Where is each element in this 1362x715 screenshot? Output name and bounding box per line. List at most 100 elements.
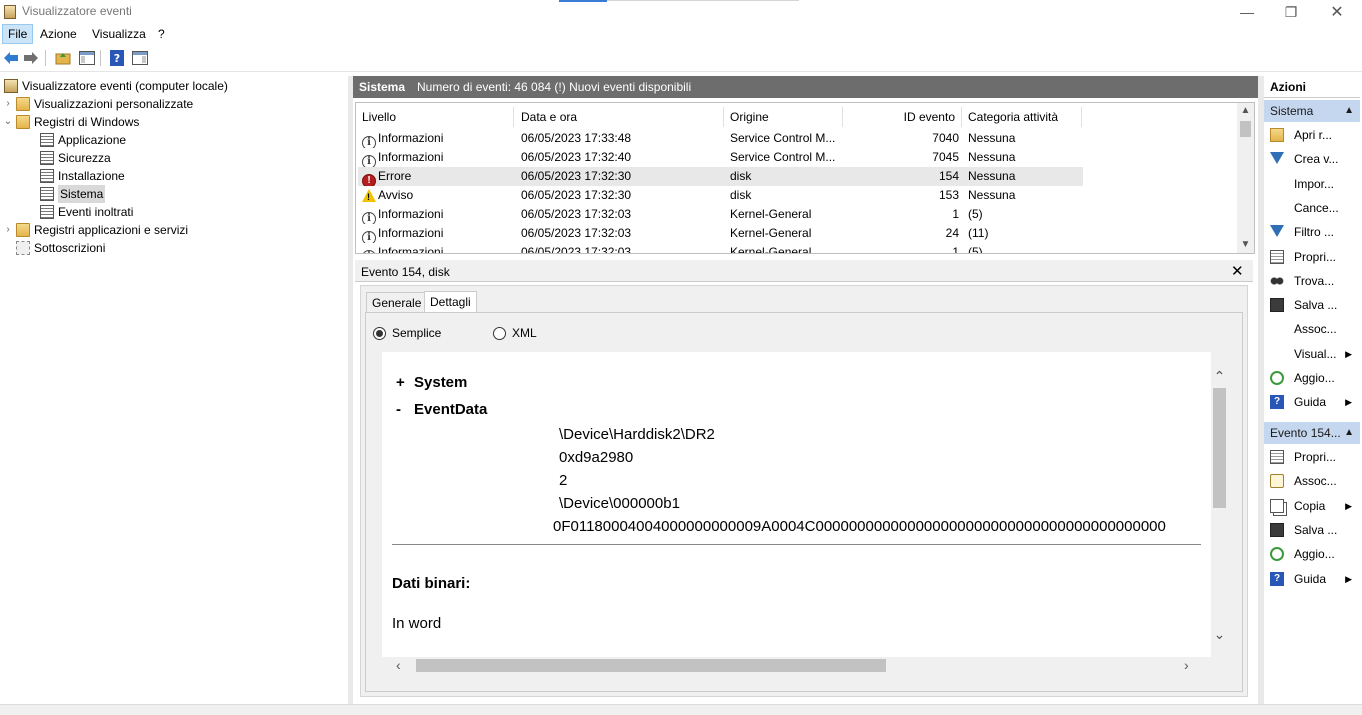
- action-item[interactable]: Salva ...: [1264, 293, 1360, 317]
- action-item[interactable]: ? Guida ▶: [1264, 390, 1360, 414]
- action-item[interactable]: Propri...: [1264, 245, 1360, 269]
- column-header-category[interactable]: Categoria attività: [962, 107, 1082, 127]
- table-row[interactable]: i Informazioni 06/05/2023 17:33:48 Service …: [358, 129, 1083, 148]
- show-hide-action-pane-icon[interactable]: [131, 49, 149, 67]
- tree-item-subscriptions[interactable]: Sottoscrizioni: [2, 239, 105, 257]
- back-arrow-icon[interactable]: [2, 49, 20, 67]
- action-item[interactable]: Impor...: [1264, 172, 1360, 196]
- action-item[interactable]: Assoc...: [1264, 317, 1360, 341]
- scroll-down-arrow-icon[interactable]: ▼: [1237, 239, 1254, 250]
- close-window-button[interactable]: ✕: [1314, 0, 1360, 24]
- title-accent: [559, 0, 607, 2]
- minimize-button[interactable]: —: [1224, 0, 1270, 24]
- column-header-level[interactable]: Livello: [356, 107, 514, 127]
- tree-item-app-logs[interactable]: › Registri applicazioni e servizi: [2, 221, 188, 239]
- menu-bar: File Azione Visualizza ?: [0, 24, 1362, 44]
- table-row[interactable]: ! Errore 06/05/2023 17:32:30 disk 154 Nessuna: [358, 167, 1083, 186]
- scroll-down-chevron-icon[interactable]: ⌄: [1211, 626, 1228, 643]
- toolbar-separator: [100, 50, 101, 66]
- cell-level: iInformazioni: [362, 205, 512, 224]
- tree-item-log-selected[interactable]: Sistema: [38, 185, 106, 203]
- action-item[interactable]: Apri r...: [1264, 123, 1360, 147]
- log-name: Sistema: [359, 80, 406, 94]
- cell-event-id: 24: [945, 226, 959, 240]
- tree-item-log[interactable]: Installazione: [38, 167, 125, 185]
- radio-simple-indicator[interactable]: [373, 326, 386, 340]
- tab-dettagli[interactable]: Dettagli: [424, 291, 477, 314]
- tab-generale[interactable]: Generale: [366, 292, 428, 314]
- tree-item-custom-views[interactable]: › Visualizzazioni personalizzate: [2, 95, 193, 113]
- console-tree: Visualizzatore eventi (computer locale) …: [0, 76, 348, 704]
- action-item[interactable]: Filtro ...: [1264, 220, 1360, 244]
- table-row[interactable]: ! Avviso 06/05/2023 17:32:30 disk 153 Nessuna: [358, 186, 1083, 205]
- event-list-scrollbar[interactable]: ▲ ▼: [1237, 103, 1254, 253]
- table-row[interactable]: iInformazioni 06/05/2023 17:32:03 Kernel-G…: [358, 243, 1083, 253]
- scroll-thumb[interactable]: [416, 659, 886, 672]
- tree-item-root[interactable]: Visualizzatore eventi (computer locale): [2, 77, 228, 95]
- column-header-source[interactable]: Origine: [724, 107, 843, 127]
- collapse-caret-icon[interactable]: ▲: [1344, 100, 1354, 122]
- left-splitter[interactable]: [348, 76, 353, 704]
- scroll-right-chevron-icon[interactable]: ›: [1184, 657, 1189, 673]
- menu-file[interactable]: File: [2, 24, 34, 44]
- action-item[interactable]: Visual... ▶: [1264, 342, 1360, 366]
- cell-category: Nessuna: [968, 131, 1016, 145]
- expand-chevron-icon[interactable]: ›: [2, 95, 14, 113]
- action-item[interactable]: ? Guida ▶: [1264, 567, 1360, 591]
- help-icon[interactable]: ?: [108, 49, 126, 67]
- scroll-thumb[interactable]: [1240, 121, 1251, 137]
- eventdata-toggle[interactable]: -: [396, 401, 401, 418]
- action-item[interactable]: Trova...: [1264, 269, 1360, 293]
- system-toggle[interactable]: +: [396, 374, 405, 391]
- scroll-up-arrow-icon[interactable]: ▲: [1237, 105, 1254, 116]
- radio-xml[interactable]: XML: [493, 326, 537, 340]
- action-item[interactable]: Cance...: [1264, 196, 1360, 220]
- table-row[interactable]: iInformazioni 06/05/2023 17:32:03 Kernel-G…: [358, 205, 1083, 224]
- data-view-horizontal-scrollbar[interactable]: ‹ ›: [382, 657, 1211, 674]
- table-row[interactable]: i Informazioni 06/05/2023 17:32:40 Service …: [358, 148, 1083, 167]
- actions-section-event[interactable]: Evento 154... ▲: [1264, 422, 1360, 444]
- expand-chevron-icon[interactable]: ›: [2, 221, 14, 239]
- data-view-vertical-scrollbar[interactable]: ⌃ ⌄: [1211, 364, 1228, 657]
- log-icon: [40, 169, 54, 183]
- system-label: System: [414, 374, 468, 391]
- menu-visualizza[interactable]: Visualizza: [87, 24, 151, 44]
- tree-item-windows-logs[interactable]: ⌄ Registri di Windows: [2, 113, 139, 131]
- action-item[interactable]: Salva ...: [1264, 518, 1360, 542]
- help-icon: ?: [1270, 395, 1284, 410]
- cell-level: iInformazioni: [362, 243, 512, 253]
- menu-help[interactable]: ?: [153, 24, 170, 44]
- tree-item-log[interactable]: Applicazione: [38, 131, 126, 149]
- submenu-arrow-icon: ▶: [1345, 573, 1352, 584]
- radio-simple[interactable]: Semplice: [373, 326, 441, 340]
- menu-azione[interactable]: Azione: [35, 24, 82, 44]
- column-header-event-id[interactable]: ID evento: [843, 107, 962, 127]
- maximize-button[interactable]: ❐: [1268, 0, 1314, 24]
- radio-xml-indicator[interactable]: [493, 326, 506, 340]
- scroll-thumb[interactable]: [1213, 388, 1226, 508]
- folder-up-icon[interactable]: [54, 49, 72, 67]
- tree-item-log[interactable]: Eventi inoltrati: [38, 203, 133, 221]
- action-item[interactable]: Aggio...: [1264, 366, 1360, 390]
- scroll-left-chevron-icon[interactable]: ‹: [396, 657, 401, 673]
- action-item[interactable]: Crea v...: [1264, 147, 1360, 171]
- collapse-chevron-icon[interactable]: ⌄: [2, 113, 14, 131]
- action-item[interactable]: Aggio...: [1264, 542, 1360, 566]
- tree-item-log[interactable]: Sicurezza: [38, 149, 111, 167]
- show-hide-console-tree-icon[interactable]: [78, 49, 96, 67]
- column-header-date[interactable]: Data e ora: [515, 107, 724, 127]
- table-row[interactable]: iInformazioni 06/05/2023 17:32:03 Kernel-G…: [358, 224, 1083, 243]
- actions-header: Azioni: [1264, 76, 1360, 98]
- action-item[interactable]: Assoc...: [1264, 469, 1360, 493]
- scroll-up-chevron-icon[interactable]: ⌃: [1211, 368, 1228, 385]
- action-item[interactable]: Copia ▶: [1264, 494, 1360, 518]
- binary-data-label: Dati binari:: [392, 575, 471, 592]
- cell-category: Nessuna: [968, 169, 1016, 183]
- actions-section-log[interactable]: Sistema ▲: [1264, 100, 1360, 122]
- collapse-caret-icon[interactable]: ▲: [1344, 422, 1354, 444]
- event-data-value: 0F01180004004000000000009A0004C000000000…: [553, 518, 1166, 535]
- error-icon: !: [362, 174, 376, 186]
- close-detail-icon[interactable]: ✕: [1231, 262, 1244, 280]
- forward-arrow-icon[interactable]: [22, 49, 40, 67]
- action-item[interactable]: Propri...: [1264, 445, 1360, 469]
